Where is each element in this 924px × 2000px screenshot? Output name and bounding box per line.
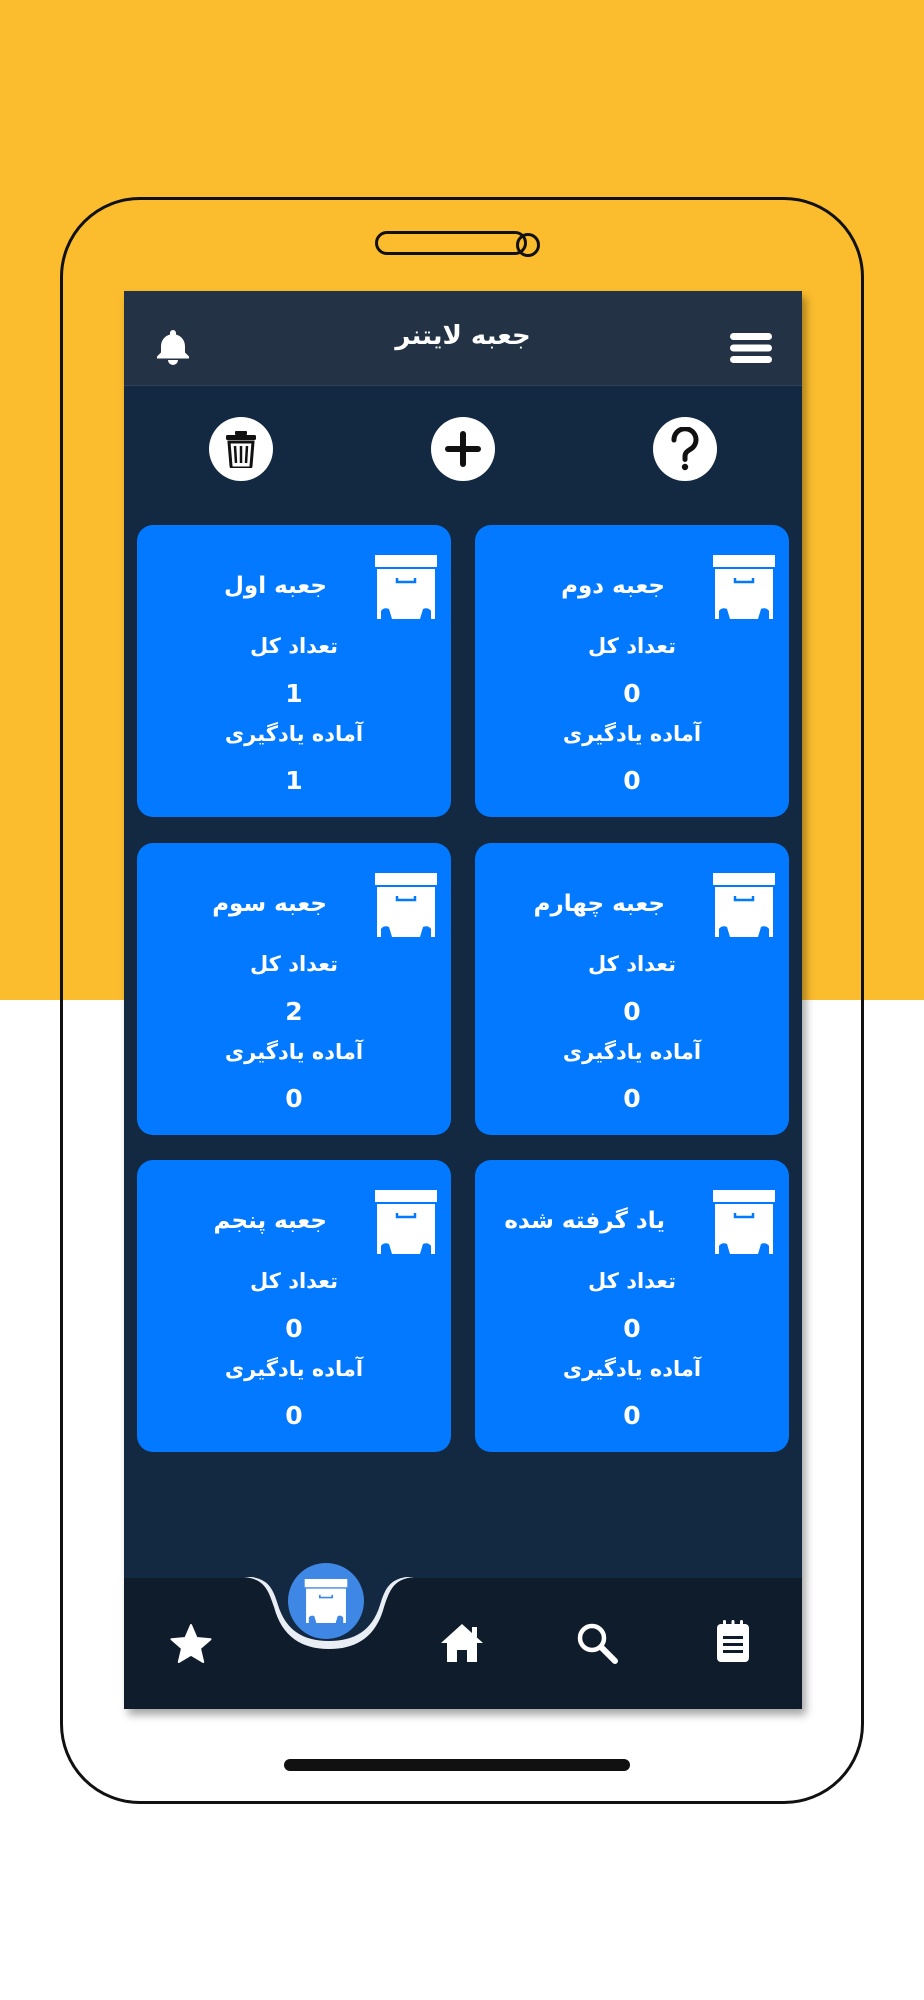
ready-label: آماده یادگیری: [562, 722, 702, 746]
ready-label: آماده یادگیری: [224, 722, 364, 746]
trash-icon: [226, 431, 256, 468]
box-name: جعبه اول: [223, 573, 327, 599]
ready-label: آماده یادگیری: [562, 1040, 702, 1064]
box-card[interactable]: جعبه دوم تعداد کل 0 آماده یادگیری 0: [475, 525, 789, 817]
box-name: جعبه پنجم: [213, 1208, 327, 1234]
total-value: 0: [285, 1314, 303, 1343]
total-value: 0: [623, 997, 641, 1026]
box-icon-wrap: [713, 1190, 775, 1258]
total-value: 1: [285, 679, 303, 708]
box-name: جعبه سوم: [212, 891, 327, 917]
nav-favorites[interactable]: [161, 1614, 221, 1674]
add-button[interactable]: [431, 417, 495, 481]
home-icon: [441, 1624, 483, 1662]
ready-value: 0: [285, 1084, 303, 1113]
archive-box-icon: [713, 1190, 775, 1254]
total-label: تعداد کل: [587, 1269, 677, 1293]
archive-box-icon: [375, 555, 437, 619]
total-value: 0: [623, 1314, 641, 1343]
search-icon: [577, 1623, 618, 1664]
box-icon-wrap: [713, 555, 775, 623]
ready-label: آماده یادگیری: [224, 1040, 364, 1064]
app-screen: جعبه لایتنر جعبه اول تعداد کل 1 آماده یا…: [124, 291, 802, 1709]
box-card[interactable]: جعبه اول تعداد کل 1 آماده یادگیری 1: [137, 525, 451, 817]
nav-notes[interactable]: [703, 1611, 763, 1671]
box-card[interactable]: یاد گرفته شده تعداد کل 0 آماده یادگیری 0: [475, 1160, 789, 1452]
archive-box-icon: [713, 555, 775, 619]
total-label: تعداد کل: [249, 634, 339, 658]
nav-boxes[interactable]: [288, 1563, 364, 1639]
ready-label: آماده یادگیری: [562, 1357, 702, 1381]
hamburger-menu-icon: [730, 333, 772, 363]
box-icon-wrap: [375, 873, 437, 941]
ready-value: 1: [285, 766, 303, 795]
ready-value: 0: [623, 1401, 641, 1430]
ready-value: 0: [285, 1401, 303, 1430]
nav-search[interactable]: [567, 1613, 627, 1673]
plus-icon: [445, 431, 481, 467]
ready-value: 0: [623, 766, 641, 795]
box-icon-wrap: [375, 1190, 437, 1258]
box-card[interactable]: جعبه چهارم تعداد کل 0 آماده یادگیری 0: [475, 843, 789, 1135]
phone-speaker: [375, 231, 527, 255]
notifications-button[interactable]: [155, 328, 191, 370]
total-value: 2: [285, 997, 303, 1026]
box-card[interactable]: جعبه سوم تعداد کل 2 آماده یادگیری 0: [137, 843, 451, 1135]
box-name: جعبه دوم: [561, 573, 665, 599]
top-bar: جعبه لایتنر: [124, 291, 802, 386]
total-value: 0: [623, 679, 641, 708]
phone-home-indicator: [284, 1759, 630, 1771]
total-label: تعداد کل: [249, 1269, 339, 1293]
notes-icon: [717, 1620, 749, 1662]
box-name: یاد گرفته شده: [504, 1208, 665, 1234]
archive-box-icon: [375, 1190, 437, 1254]
menu-button[interactable]: [730, 333, 772, 367]
total-label: تعداد کل: [249, 952, 339, 976]
help-button[interactable]: [653, 417, 717, 481]
ready-value: 0: [623, 1084, 641, 1113]
archive-box-icon: [713, 873, 775, 937]
archive-box-icon: [375, 873, 437, 937]
total-label: تعداد کل: [587, 634, 677, 658]
total-label: تعداد کل: [587, 952, 677, 976]
phone-camera: [516, 233, 540, 257]
page-title: جعبه لایتنر: [395, 321, 531, 351]
question-icon: [671, 427, 699, 471]
nav-home[interactable]: [432, 1613, 492, 1673]
ready-label: آماده یادگیری: [224, 1357, 364, 1381]
archive-box-icon: [304, 1579, 348, 1623]
box-icon-wrap: [713, 873, 775, 941]
box-card[interactable]: جعبه پنجم تعداد کل 0 آماده یادگیری 0: [137, 1160, 451, 1452]
bell-icon: [157, 330, 189, 365]
star-icon: [170, 1624, 212, 1663]
delete-button[interactable]: [209, 417, 273, 481]
box-name: جعبه چهارم: [533, 891, 665, 917]
box-icon-wrap: [375, 555, 437, 623]
